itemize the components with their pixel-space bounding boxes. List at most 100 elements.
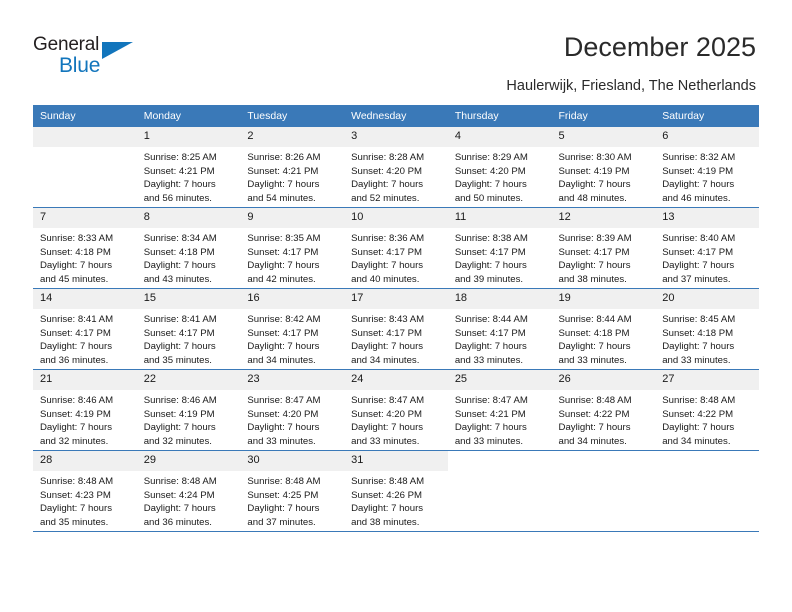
day-details: Sunrise: 8:30 AM Sunset: 4:19 PM Daylight:… xyxy=(552,147,656,205)
calendar-day-cell[interactable]: 8 Sunrise: 8:34 AM Sunset: 4:18 PM Daylight… xyxy=(136,207,241,289)
daylight-duration-line2: and 33 minutes. xyxy=(351,435,420,447)
calendar-day-cell[interactable]: 19 Sunrise: 8:44 AM Sunset: 4:18 PM Dayligh… xyxy=(551,288,656,370)
day-details: Sunrise: 8:36 AM Sunset: 4:17 PM Daylight:… xyxy=(344,228,448,286)
weekday-header-sunday: Sunday xyxy=(33,105,137,127)
sunset-time: Sunset: 4:17 PM xyxy=(351,246,423,258)
calendar-day-cell[interactable]: 25 Sunrise: 8:47 AM Sunset: 4:21 PM Dayligh… xyxy=(447,369,552,451)
calendar-day-cell[interactable]: 13 Sunrise: 8:40 AM Sunset: 4:17 PM Dayligh… xyxy=(655,207,759,289)
calendar-day-cell[interactable]: 11 Sunrise: 8:38 AM Sunset: 4:17 PM Dayligh… xyxy=(447,207,552,289)
calendar-day-cell[interactable]: 4 Sunrise: 8:29 AM Sunset: 4:20 PM Daylight… xyxy=(447,127,552,208)
daylight-duration-line2: and 35 minutes. xyxy=(40,516,109,528)
day-details: Sunrise: 8:25 AM Sunset: 4:21 PM Daylight:… xyxy=(137,147,241,205)
calendar-day-cell[interactable]: 23 Sunrise: 8:47 AM Sunset: 4:20 PM Dayligh… xyxy=(240,369,345,451)
day-number: 10 xyxy=(344,208,448,228)
calendar-day-cell[interactable]: 2 Sunrise: 8:26 AM Sunset: 4:21 PM Daylight… xyxy=(240,127,345,208)
logo-text-general: General xyxy=(33,34,100,55)
day-details: Sunrise: 8:47 AM Sunset: 4:21 PM Daylight:… xyxy=(448,390,552,448)
calendar-day-cell[interactable]: 26 Sunrise: 8:48 AM Sunset: 4:22 PM Dayligh… xyxy=(551,369,656,451)
sunset-time: Sunset: 4:17 PM xyxy=(662,246,734,258)
calendar-day-cell[interactable]: 1 Sunrise: 8:25 AM Sunset: 4:21 PM Daylight… xyxy=(136,127,241,208)
calendar-day-cell[interactable]: 22 Sunrise: 8:46 AM Sunset: 4:19 PM Dayligh… xyxy=(136,369,241,451)
calendar-day-cell[interactable]: 27 Sunrise: 8:48 AM Sunset: 4:22 PM Dayligh… xyxy=(655,369,759,451)
day-number: 13 xyxy=(655,208,759,228)
sunset-time: Sunset: 4:21 PM xyxy=(143,165,215,177)
sunrise-time: Sunrise: 8:33 AM xyxy=(40,233,114,244)
daylight-duration-line1: Daylight: 7 hours xyxy=(247,260,320,272)
sunrise-time: Sunrise: 8:38 AM xyxy=(454,233,528,244)
day-number xyxy=(33,127,137,147)
calendar-day-cell[interactable]: 5 Sunrise: 8:30 AM Sunset: 4:19 PM Daylight… xyxy=(551,127,656,208)
calendar-day-cell[interactable]: 21 Sunrise: 8:46 AM Sunset: 4:19 PM Dayligh… xyxy=(33,369,137,451)
sunset-time: Sunset: 4:17 PM xyxy=(558,246,630,258)
sunset-time: Sunset: 4:21 PM xyxy=(247,165,319,177)
day-details: Sunrise: 8:34 AM Sunset: 4:18 PM Daylight:… xyxy=(137,228,241,286)
calendar-day-cell[interactable]: 12 Sunrise: 8:39 AM Sunset: 4:17 PM Dayligh… xyxy=(551,207,656,289)
calendar-empty-cell xyxy=(447,450,552,532)
sunset-time: Sunset: 4:17 PM xyxy=(454,246,526,258)
day-number: 31 xyxy=(344,451,448,471)
daylight-duration-line1: Daylight: 7 hours xyxy=(454,179,527,191)
sunrise-time: Sunrise: 8:40 AM xyxy=(662,233,736,244)
page-subtitle: Haulerwijk, Friesland, The Netherlands xyxy=(506,78,756,94)
day-number: 1 xyxy=(136,127,241,147)
weekday-header-row: Sunday Monday Tuesday Wednesday Thursday… xyxy=(33,105,759,127)
day-number xyxy=(655,451,759,471)
sunrise-time: Sunrise: 8:35 AM xyxy=(247,233,321,244)
calendar-day-cell[interactable]: 17 Sunrise: 8:43 AM Sunset: 4:17 PM Dayligh… xyxy=(344,288,448,370)
day-number: 3 xyxy=(344,127,448,147)
calendar-day-cell[interactable]: 20 Sunrise: 8:45 AM Sunset: 4:18 PM Dayligh… xyxy=(655,288,759,370)
sunrise-time: Sunrise: 8:47 AM xyxy=(247,395,321,406)
day-number: 25 xyxy=(447,370,552,390)
weekday-header-saturday: Saturday xyxy=(655,105,759,127)
calendar-empty-cell xyxy=(551,450,656,532)
calendar-day-cell[interactable]: 15 Sunrise: 8:41 AM Sunset: 4:17 PM Dayligh… xyxy=(136,288,241,370)
calendar-day-cell[interactable]: 30 Sunrise: 8:48 AM Sunset: 4:25 PM Dayligh… xyxy=(240,450,345,532)
day-number: 21 xyxy=(33,370,137,390)
sunset-time: Sunset: 4:21 PM xyxy=(454,408,526,420)
calendar-day-cell[interactable]: 9 Sunrise: 8:35 AM Sunset: 4:17 PM Daylight… xyxy=(240,207,345,289)
sunset-time: Sunset: 4:17 PM xyxy=(351,327,423,339)
sunrise-time: Sunrise: 8:47 AM xyxy=(454,395,528,406)
calendar-day-cell[interactable]: 14 Sunrise: 8:41 AM Sunset: 4:17 PM Dayligh… xyxy=(33,288,137,370)
day-number: 28 xyxy=(33,451,137,471)
page-title: December 2025 xyxy=(563,32,756,62)
sunrise-time: Sunrise: 8:28 AM xyxy=(351,152,425,163)
calendar-day-cell[interactable]: 24 Sunrise: 8:47 AM Sunset: 4:20 PM Dayligh… xyxy=(344,369,448,451)
calendar-day-cell[interactable]: 31 Sunrise: 8:48 AM Sunset: 4:26 PM Dayligh… xyxy=(344,450,448,532)
day-number: 16 xyxy=(240,289,345,309)
calendar-week-row: 14 Sunrise: 8:41 AM Sunset: 4:17 PM Dayligh… xyxy=(33,288,759,370)
calendar-day-cell[interactable]: 28 Sunrise: 8:48 AM Sunset: 4:23 PM Dayligh… xyxy=(33,450,137,532)
day-number: 2 xyxy=(240,127,345,147)
sunrise-time: Sunrise: 8:47 AM xyxy=(351,395,425,406)
weekday-header-thursday: Thursday xyxy=(447,105,552,127)
day-details: Sunrise: 8:46 AM Sunset: 4:19 PM Daylight:… xyxy=(33,390,137,448)
day-number: 14 xyxy=(33,289,137,309)
sunset-time: Sunset: 4:19 PM xyxy=(40,408,111,420)
weekday-header-friday: Friday xyxy=(551,105,656,127)
calendar-day-cell[interactable]: 3 Sunrise: 8:28 AM Sunset: 4:20 PM Daylight… xyxy=(344,127,448,208)
daylight-duration-line1: Daylight: 7 hours xyxy=(558,422,631,434)
sunset-time: Sunset: 4:18 PM xyxy=(662,327,734,339)
calendar-empty-cell xyxy=(655,450,759,532)
triangle-icon xyxy=(102,42,133,59)
daylight-duration-line2: and 34 minutes. xyxy=(662,435,731,447)
calendar-day-cell[interactable]: 18 Sunrise: 8:44 AM Sunset: 4:17 PM Dayligh… xyxy=(447,288,552,370)
calendar-day-cell[interactable]: 16 Sunrise: 8:42 AM Sunset: 4:17 PM Dayligh… xyxy=(240,288,345,370)
day-details: Sunrise: 8:26 AM Sunset: 4:21 PM Daylight:… xyxy=(240,147,344,205)
sunrise-time: Sunrise: 8:45 AM xyxy=(662,314,736,325)
day-number: 22 xyxy=(136,370,241,390)
day-details: Sunrise: 8:48 AM Sunset: 4:23 PM Daylight:… xyxy=(33,471,137,529)
day-number: 30 xyxy=(240,451,345,471)
calendar-day-cell[interactable]: 10 Sunrise: 8:36 AM Sunset: 4:17 PM Dayligh… xyxy=(344,207,448,289)
sunrise-time: Sunrise: 8:44 AM xyxy=(558,314,632,325)
sunrise-time: Sunrise: 8:48 AM xyxy=(40,476,114,487)
calendar-day-cell[interactable]: 7 Sunrise: 8:33 AM Sunset: 4:18 PM Daylight… xyxy=(33,207,137,289)
calendar-day-cell[interactable]: 6 Sunrise: 8:32 AM Sunset: 4:19 PM Daylight… xyxy=(655,127,759,208)
daylight-duration-line1: Daylight: 7 hours xyxy=(247,422,320,434)
day-number: 24 xyxy=(344,370,448,390)
sunset-time: Sunset: 4:17 PM xyxy=(454,327,526,339)
sunrise-time: Sunrise: 8:46 AM xyxy=(40,395,114,406)
sunset-time: Sunset: 4:25 PM xyxy=(247,489,319,501)
calendar-day-cell[interactable]: 29 Sunrise: 8:48 AM Sunset: 4:24 PM Dayligh… xyxy=(136,450,241,532)
daylight-duration-line2: and 33 minutes. xyxy=(454,435,524,447)
